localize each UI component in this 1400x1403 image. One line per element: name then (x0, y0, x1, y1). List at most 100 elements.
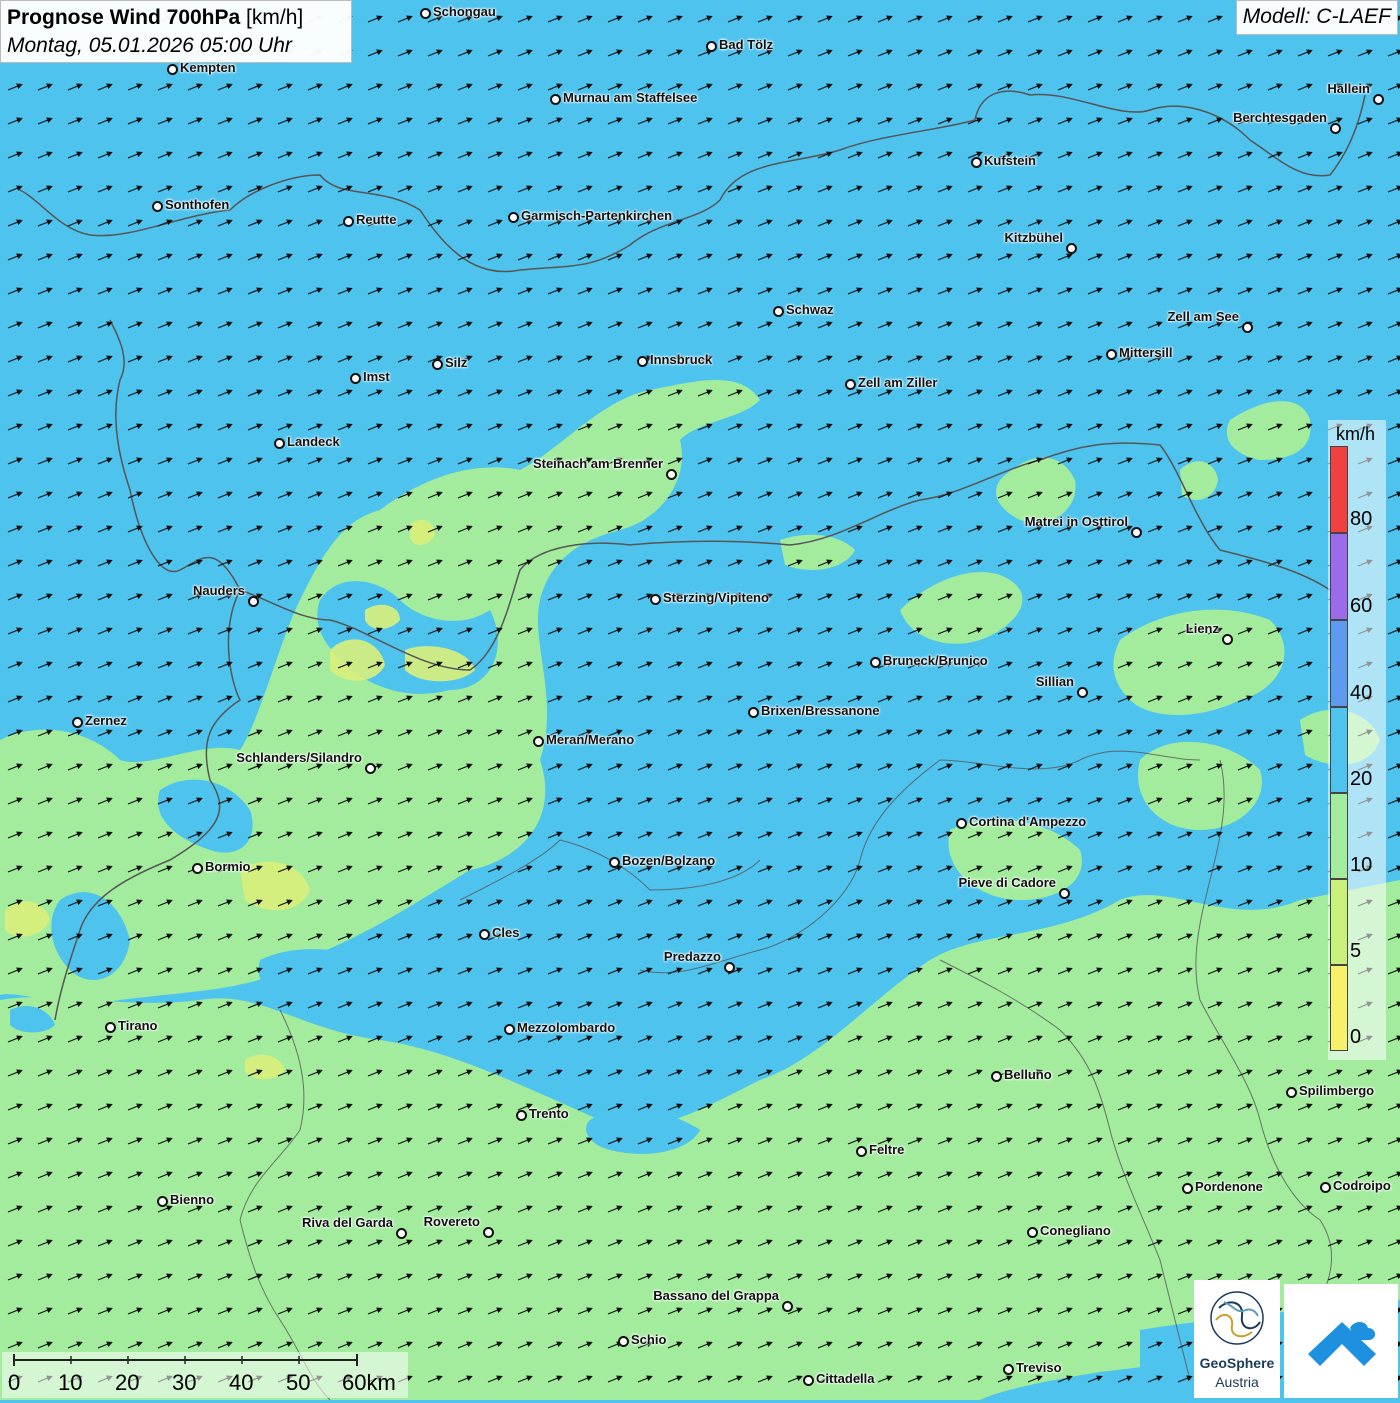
city-label-sonthofen: Sonthofen (165, 197, 230, 212)
city-marker-schlanders-silandro (365, 763, 376, 774)
city-marker-tirano (105, 1022, 116, 1033)
legend-tick-0: 0 (1350, 1026, 1362, 1048)
geosphere-logo-line2: Austria (1215, 1374, 1259, 1390)
city-label-nauders: Nauders (192, 583, 245, 598)
city-marker-cles (479, 929, 490, 940)
city-marker-codroipo (1320, 1182, 1331, 1193)
city-marker-innsbruck (637, 356, 648, 367)
city-marker-imst (350, 373, 361, 384)
city-marker-bormio (192, 863, 203, 874)
city-label-bassano-del-grappa: Bassano del Grappa (653, 1288, 779, 1303)
city-label-brixen-bressanone: Brixen/Bressanone (761, 703, 880, 718)
city-marker-schongau (420, 8, 431, 19)
city-label-zernez: Zernez (85, 713, 127, 728)
legend-tick-80: 80 (1350, 508, 1373, 530)
legend-tick-20: 20 (1350, 768, 1373, 790)
city-label-sterzing-vipiteno: Sterzing/Vipiteno (663, 590, 769, 605)
city-marker-predazzo (724, 962, 735, 973)
city-marker-kempten (167, 64, 178, 75)
city-marker-bad-t-lz (706, 41, 717, 52)
city-marker-belluno (991, 1071, 1002, 1082)
city-marker-sillian (1077, 687, 1088, 698)
city-marker-schwaz (773, 306, 784, 317)
city-label-schlanders-silandro: Schlanders/Silandro (236, 750, 362, 765)
city-marker-kitzb-hel (1066, 243, 1077, 254)
scale-bar: 0 10 20 30 40 50 60km (2, 1352, 408, 1398)
city-label-cles: Cles (492, 925, 520, 940)
legend-tick-5: 5 (1350, 940, 1362, 962)
city-label-mezzolombardo: Mezzolombardo (517, 1020, 616, 1035)
city-marker-bassano-del-grappa (782, 1301, 793, 1312)
legend-bar-0-5 (1330, 965, 1348, 1051)
city-marker-bruneck-brunico (870, 657, 881, 668)
city-marker-bozen-bolzano (609, 857, 620, 868)
city-marker-murnau-am-staffelsee (550, 94, 561, 105)
city-marker-conegliano (1027, 1227, 1038, 1238)
city-marker-kufstein (971, 157, 982, 168)
legend-tick-40: 40 (1350, 682, 1373, 704)
city-label-meran-merano: Meran/Merano (546, 732, 635, 747)
title-box: Prognose Wind 700hPa [km/h] Montag, 05.0… (0, 0, 352, 63)
city-marker-brixen-bressanone (748, 707, 759, 718)
city-label-belluno: Belluno (1004, 1067, 1052, 1082)
city-label-trento: Trento (529, 1106, 569, 1121)
scale-label-50: 50 (286, 1370, 311, 1395)
city-label-spilimbergo: Spilimbergo (1299, 1083, 1375, 1098)
city-label-zell-am-ziller: Zell am Ziller (858, 375, 938, 390)
city-marker-bienno (157, 1196, 168, 1207)
city-label-landeck: Landeck (287, 434, 340, 449)
city-marker-nauders (248, 596, 259, 607)
city-label-bormio: Bormio (205, 859, 251, 874)
city-label-pieve-di-cadore: Pieve di Cadore (958, 875, 1056, 890)
city-marker-schio (618, 1336, 629, 1347)
city-label-lienz: Lienz (1185, 621, 1219, 636)
legend-bar-5-10 (1330, 879, 1348, 965)
city-label-reutte: Reutte (356, 212, 397, 227)
city-marker-feltre (856, 1146, 867, 1157)
scale-label-60km: 60km (342, 1370, 396, 1395)
city-label-conegliano: Conegliano (1040, 1223, 1111, 1238)
geosphere-logo[interactable]: GeoSphere Austria (1194, 1280, 1280, 1398)
app-logo[interactable] (1284, 1284, 1398, 1398)
city-label-schwaz: Schwaz (786, 302, 834, 317)
model-label: Modell: C-LAEF (1235, 0, 1398, 35)
map-title: Prognose Wind 700hPa [km/h] (7, 4, 345, 32)
legend-bar-10-20 (1330, 793, 1348, 879)
city-label-kempten: Kempten (180, 60, 236, 75)
city-marker-treviso (1003, 1364, 1014, 1375)
city-label-bienno: Bienno (170, 1192, 215, 1207)
city-label-cortina-d-ampezzo: Cortina d'Ampezzo (969, 814, 1087, 829)
city-marker-pieve-di-cadore (1059, 888, 1070, 899)
legend-tick-10: 10 (1350, 854, 1373, 876)
city-label-pordenone: Pordenone (1195, 1179, 1263, 1194)
city-label-berchtesgaden: Berchtesgaden (1233, 110, 1327, 125)
scale-label-30: 30 (172, 1370, 197, 1395)
city-label-zell-am-see: Zell am See (1167, 309, 1239, 324)
arrow-cloud-logo-icon (1308, 1322, 1376, 1366)
city-marker-spilimbergo (1286, 1087, 1297, 1098)
city-marker-trento (516, 1110, 527, 1121)
city-marker-sonthofen (152, 201, 163, 212)
city-marker-cortina-d-ampezzo (956, 818, 967, 829)
scale-label-10: 10 (58, 1370, 83, 1395)
city-marker-matrei-in-osttirol (1131, 527, 1142, 538)
city-marker-cittadella (803, 1375, 814, 1386)
legend-bar-20-40 (1330, 707, 1348, 793)
city-marker-mezzolombardo (504, 1024, 515, 1035)
color-legend: km/h 80 60 40 20 10 5 0 (1328, 420, 1386, 1060)
legend-unit: km/h (1336, 424, 1376, 444)
city-marker-zell-am-see (1242, 322, 1253, 333)
city-label-codroipo: Codroipo (1333, 1178, 1391, 1193)
city-label-tirano: Tirano (118, 1018, 158, 1033)
city-label-riva-del-garda: Riva del Garda (301, 1215, 393, 1230)
city-label-imst: Imst (363, 369, 390, 384)
scale-label-40: 40 (229, 1370, 254, 1395)
city-marker-silz (432, 359, 443, 370)
city-marker-riva-del-garda (396, 1228, 407, 1239)
city-marker-sterzing-vipiteno (650, 594, 661, 605)
map-title-main: Prognose Wind 700hPa (7, 6, 241, 29)
city-label-murnau-am-staffelsee: Murnau am Staffelsee (563, 90, 698, 105)
map-title-unit: [km/h] (246, 6, 304, 29)
city-marker-mittersill (1106, 349, 1117, 360)
city-marker-lienz (1222, 634, 1233, 645)
